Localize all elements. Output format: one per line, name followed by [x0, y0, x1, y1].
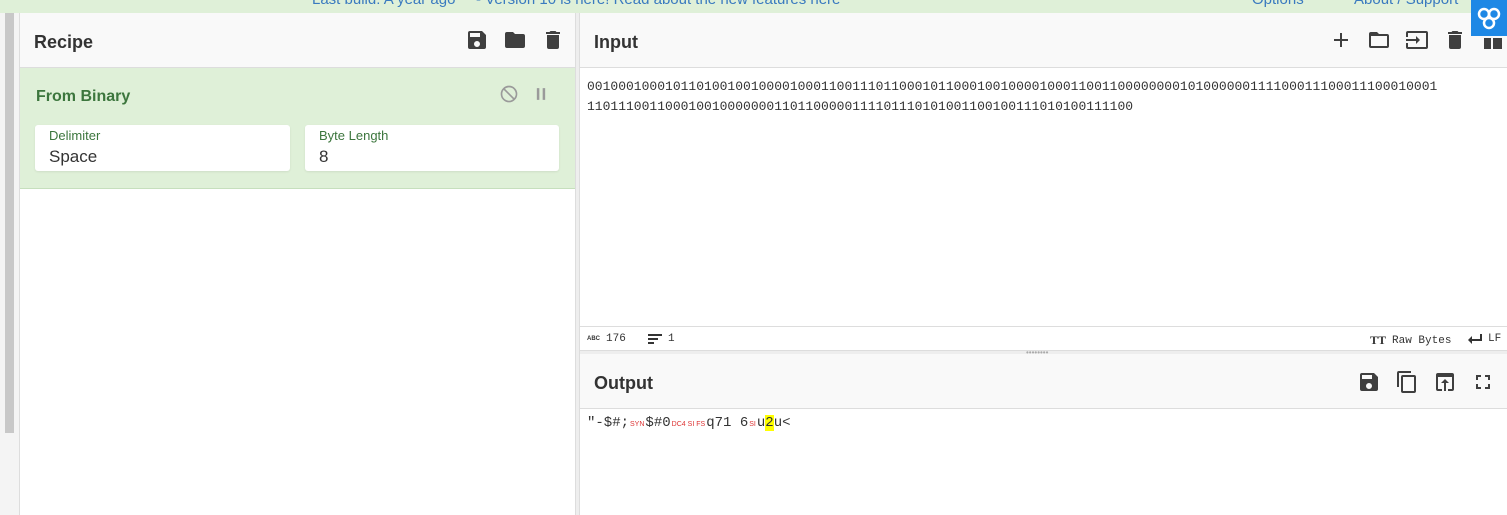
last-build-link[interactable]: Last build: A year ago [312, 0, 455, 8]
char-count: 176 [606, 333, 626, 345]
lines-icon [648, 333, 662, 345]
save-recipe-icon[interactable] [465, 28, 489, 52]
byte-length-value[interactable]: 8 [319, 147, 328, 167]
version-notice-link[interactable]: - Version 10 is here! Read about the new… [476, 0, 840, 8]
encoding-label[interactable]: Raw Bytes [1392, 335, 1451, 347]
output-title: Output [594, 373, 653, 393]
delimiter-label: Delimiter [49, 128, 101, 143]
clear-recipe-trash-icon[interactable] [541, 28, 565, 52]
input-pane: Input 0010001000101101001001000010001100… [580, 13, 1507, 351]
output-pane: Output "-$#;SYN$#0DC4 SI FSq71 6SIu2u< [580, 354, 1507, 515]
abc-length-icon: ABC [587, 336, 600, 342]
highlighted-char: 2 [765, 415, 774, 431]
save-output-icon[interactable] [1357, 370, 1381, 394]
load-recipe-folder-icon[interactable] [503, 28, 527, 52]
copy-output-icon[interactable] [1395, 370, 1419, 394]
input-textarea[interactable]: 0010001000101101001001000010001100111011… [587, 77, 1502, 117]
operation-title: From Binary [36, 88, 131, 105]
options-link[interactable]: Options [1252, 0, 1304, 8]
control-char-fs: FS [696, 421, 706, 428]
control-char-dc4: DC4 [671, 421, 686, 428]
about-link[interactable]: About / Support [1354, 0, 1458, 8]
output-text-1: "-$#; [587, 415, 630, 431]
output-text-3: q71 6 [706, 415, 749, 431]
output-header: Output [580, 354, 1507, 409]
output-textarea[interactable]: "-$#;SYN$#0DC4 SI FSq71 6SIu2u< [587, 415, 791, 431]
open-file-icon[interactable] [1405, 28, 1429, 52]
open-folder-icon[interactable] [1367, 28, 1391, 52]
eol-label[interactable]: LF [1488, 333, 1501, 345]
line-count: 1 [668, 333, 675, 345]
byte-length-label: Byte Length [319, 128, 389, 143]
input-line-2: 1101110011000100100000001101100000111101… [587, 99, 1134, 114]
input-line-1: 0010001000101101001001000010001100111011… [587, 79, 1438, 94]
control-char-si: SI [687, 421, 695, 428]
disable-operation-icon[interactable] [499, 84, 519, 104]
operations-scrollbar[interactable] [5, 13, 14, 433]
control-char-si-2: SI [749, 421, 756, 428]
text-encoding-icon[interactable]: TT [1370, 333, 1386, 348]
maximize-output-icon[interactable] [1471, 370, 1495, 394]
recipe-pane: Recipe From Binary Delimiter Space Byte … [20, 13, 575, 515]
add-input-tab-plus-icon[interactable] [1329, 28, 1353, 52]
input-header: Input [580, 13, 1507, 68]
output-text-5: u< [773, 415, 791, 431]
replace-input-with-output-icon[interactable] [1433, 370, 1457, 394]
delimiter-value[interactable]: Space [49, 147, 97, 167]
recipe-title: Recipe [34, 32, 94, 52]
eol-return-icon[interactable] [1468, 333, 1482, 345]
recipe-header: Recipe [20, 13, 575, 68]
delimiter-field[interactable]: Delimiter Space [35, 125, 290, 171]
operations-panel-edge [0, 13, 20, 515]
from-binary-operation[interactable]: From Binary Delimiter Space Byte Length … [20, 68, 575, 189]
byte-length-field[interactable]: Byte Length 8 [305, 125, 559, 171]
clear-input-trash-icon[interactable] [1443, 28, 1467, 52]
control-char-syn: SYN [630, 421, 645, 428]
top-banner: Last build: A year ago - Version 10 is h… [0, 0, 1507, 13]
cyberchef-logo-icon[interactable] [1471, 0, 1507, 36]
pause-breakpoint-icon[interactable] [531, 84, 551, 104]
input-title: Input [594, 32, 638, 52]
output-text-2: $#0 [645, 415, 671, 431]
